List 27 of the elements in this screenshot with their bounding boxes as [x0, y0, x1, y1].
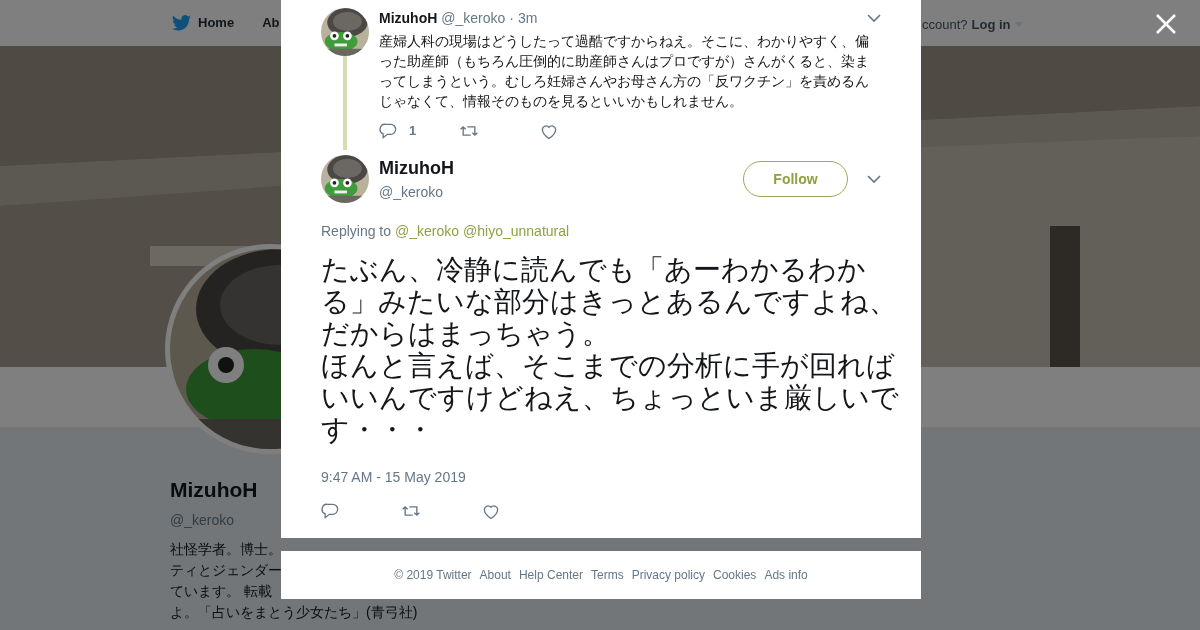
author-name[interactable]: MizuhoH: [379, 8, 438, 29]
footer-link[interactable]: Privacy policy: [631, 566, 705, 584]
footer-link[interactable]: Cookies: [713, 566, 757, 584]
footer-link[interactable]: Terms: [591, 566, 624, 584]
nav-link[interactable]: Ab: [262, 13, 280, 33]
profile-name: MizuhoH: [170, 477, 258, 503]
tweet-text: ほんと言えば、そこまでの分析に手が回ればいいんですけどねえ、ちょっといま厳しいです・・・: [321, 350, 899, 446]
login-link[interactable]: Log in: [971, 15, 1023, 35]
profile-handle: @_keroko: [170, 510, 235, 530]
tweet-time[interactable]: · 3m: [509, 8, 538, 29]
account-prompt: ccount?: [922, 16, 968, 34]
bio-line: ティとジェンダー: [170, 560, 282, 580]
chevron-icon[interactable]: [867, 14, 881, 23]
tweet-timestamp[interactable]: 9:47 AM - 15 May 2019: [321, 467, 466, 488]
footer-link[interactable]: About: [479, 566, 511, 584]
footer-link[interactable]: Ads info: [764, 566, 808, 584]
footer-link[interactable]: Help Center: [518, 566, 583, 584]
bird-icon: [172, 15, 191, 31]
close-icon[interactable]: [1154, 12, 1178, 36]
bio-line: ています。 転載: [170, 581, 272, 601]
author-handle: @_keroko: [441, 9, 506, 28]
caret-icon: [1014, 22, 1023, 28]
nav-link[interactable]: Home: [172, 13, 235, 33]
bio-line: 社怪学者。博士。: [170, 539, 282, 559]
copyright-text: © 2019 Twitter: [394, 567, 472, 584]
bio-line: よ。「占いをまとう少女たち」(青弓社): [170, 602, 418, 622]
reply-icon[interactable]: [321, 501, 341, 521]
